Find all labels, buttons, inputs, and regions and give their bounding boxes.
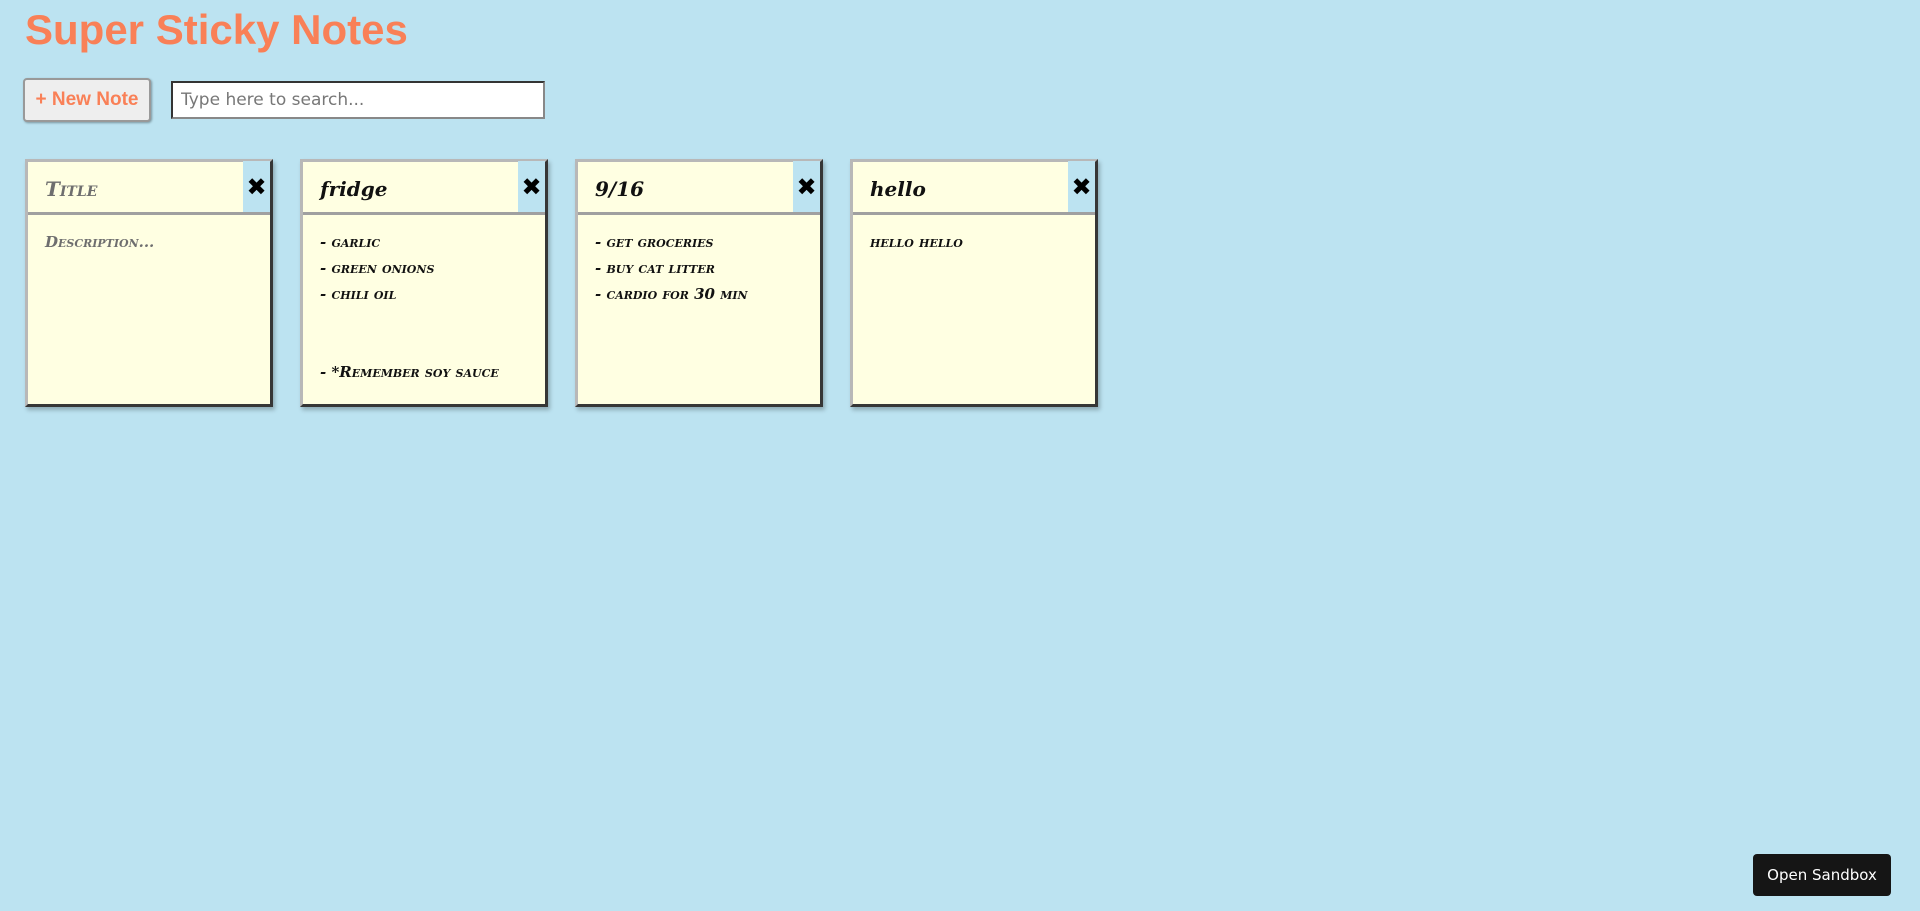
note-header: hello ✖ — [853, 161, 1095, 215]
note-card: Title ✖ Description... — [25, 159, 273, 407]
search-input[interactable] — [171, 81, 545, 119]
note-description-input[interactable]: - garlic - green onions - chili oil - *R… — [303, 215, 545, 404]
note-description-input[interactable]: - get groceries - buy cat litter - cardi… — [578, 215, 820, 404]
close-icon[interactable]: ✖ — [518, 161, 545, 212]
note-description-input[interactable]: hello hello — [853, 215, 1095, 404]
note-card: hello ✖ hello hello — [850, 159, 1098, 407]
note-header: Title ✖ — [28, 161, 270, 215]
note-title-input[interactable]: 9/16 — [578, 162, 793, 212]
note-header: fridge ✖ — [303, 161, 545, 215]
note-description-input[interactable]: Description... — [28, 215, 270, 404]
note-card: fridge ✖ - garlic - green onions - chili… — [300, 159, 548, 407]
note-title-input[interactable]: hello — [853, 162, 1068, 212]
note-title-input[interactable]: fridge — [303, 162, 518, 212]
open-sandbox-button[interactable]: Open Sandbox — [1753, 854, 1891, 896]
note-header: 9/16 ✖ — [578, 161, 820, 215]
note-card: 9/16 ✖ - get groceries - buy cat litter … — [575, 159, 823, 407]
new-note-button[interactable]: + New Note — [23, 78, 151, 122]
toolbar: + New Note — [23, 78, 545, 122]
close-icon[interactable]: ✖ — [243, 161, 270, 212]
note-title-input[interactable]: Title — [28, 162, 243, 212]
notes-list: Title ✖ Description... fridge ✖ - garlic… — [25, 159, 1098, 407]
app-title: Super Sticky Notes — [25, 6, 408, 53]
close-icon[interactable]: ✖ — [793, 161, 820, 212]
close-icon[interactable]: ✖ — [1068, 161, 1095, 212]
